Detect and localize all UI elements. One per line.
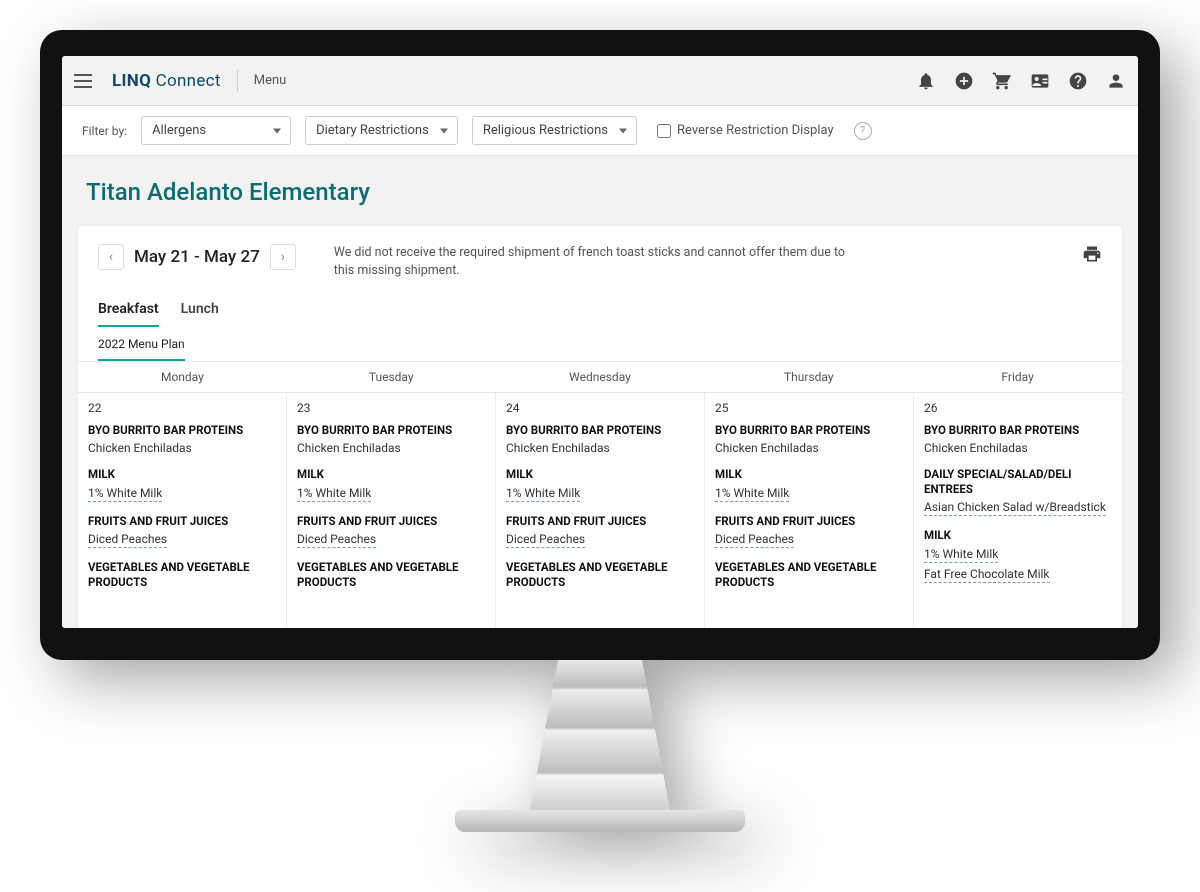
reverse-restriction-checkbox[interactable]: Reverse Restriction Display [657,123,834,138]
notice-text: We did not receive the required shipment… [334,244,854,279]
weekday-header: Thursday [704,362,913,393]
day-column: 23 BYO BURRITO BAR PROTEINS Chicken Enchil… [287,393,496,628]
date-number: 25 [715,401,903,415]
menu-category: BYO BURRITO BAR PROTEINS [715,423,903,437]
bell-icon[interactable] [916,71,936,91]
filter-bar: Filter by: Allergens Dietary Restriction… [62,106,1138,156]
menu-item[interactable]: Diced Peaches [715,532,794,548]
calendar-grid: 22 BYO BURRITO BAR PROTEINS Chicken Enchil… [78,393,1122,628]
meal-tabs: Breakfast Lunch [78,285,1122,327]
logo-primary: LINQ [112,71,151,91]
monitor-stand [485,660,715,832]
topbar: LINQ Connect Menu [62,56,1138,106]
menu-category: BYO BURRITO BAR PROTEINS [88,423,276,437]
date-number: 26 [924,401,1112,415]
day-column: 25 BYO BURRITO BAR PROTEINS Chicken Enchil… [705,393,914,628]
allergens-dropdown[interactable]: Allergens [141,116,291,145]
card-header: ‹ May 21 - May 27 › We did not receive t… [78,226,1122,285]
contact-card-icon[interactable] [1030,71,1050,91]
content-area: Titan Adelanto Elementary ‹ May 21 - May… [62,156,1138,628]
topbar-actions [916,71,1126,91]
menu-category: BYO BURRITO BAR PROTEINS [924,423,1112,437]
monitor-bezel: LINQ Connect Menu Filter by: Allergens [40,30,1160,660]
menu-item: Chicken Enchiladas [297,441,401,455]
menu-card: ‹ May 21 - May 27 › We did not receive t… [78,226,1122,628]
menu-item[interactable]: 1% White Milk [924,547,998,563]
day-column: 22 BYO BURRITO BAR PROTEINS Chicken Enchil… [78,393,287,628]
menu-category: FRUITS AND FRUIT JUICES [715,514,903,528]
tab-lunch[interactable]: Lunch [181,301,219,327]
menu-item[interactable]: 1% White Milk [715,486,789,502]
menu-category: VEGETABLES AND VEGETABLE PRODUCTS [715,560,903,589]
menu-category: MILK [715,467,903,481]
menu-item[interactable]: Diced Peaches [297,532,376,548]
monitor-frame: LINQ Connect Menu Filter by: Allergens [40,30,1160,832]
date-number: 24 [506,401,694,415]
hamburger-icon[interactable] [74,69,98,93]
menu-item: Chicken Enchiladas [88,441,192,455]
menu-category: VEGETABLES AND VEGETABLE PRODUCTS [506,560,694,589]
menu-category: FRUITS AND FRUIT JUICES [88,514,276,528]
menu-item: Chicken Enchiladas [924,441,1028,455]
weekday-header: Tuesday [287,362,496,393]
menu-item[interactable]: 1% White Milk [506,486,580,502]
next-week-button[interactable]: › [270,244,296,270]
print-button[interactable] [1082,244,1102,268]
filter-label: Filter by: [82,124,127,138]
reverse-checkbox-input[interactable] [657,124,671,138]
menu-category: BYO BURRITO BAR PROTEINS [297,423,485,437]
menu-category: MILK [88,467,276,481]
menu-category: VEGETABLES AND VEGETABLE PRODUCTS [297,560,485,589]
reverse-checkbox-label: Reverse Restriction Display [677,123,834,138]
menu-category: BYO BURRITO BAR PROTEINS [506,423,694,437]
menu-category: FRUITS AND FRUIT JUICES [297,514,485,528]
menu-item[interactable]: 1% White Milk [297,486,371,502]
day-column: 26 BYO BURRITO BAR PROTEINS Chicken Enchil… [914,393,1122,628]
day-column: 24 BYO BURRITO BAR PROTEINS Chicken Enchil… [496,393,705,628]
date-number: 22 [88,401,276,415]
logo-secondary: Connect [156,71,221,91]
weekday-header: Wednesday [496,362,705,393]
menu-item[interactable]: 1% White Milk [88,486,162,502]
menu-category: VEGETABLES AND VEGETABLE PRODUCTS [88,560,276,589]
filter-help-icon[interactable]: ? [854,122,872,140]
menu-item: Chicken Enchiladas [715,441,819,455]
divider [237,70,238,92]
date-number: 23 [297,401,485,415]
app-screen: LINQ Connect Menu Filter by: Allergens [62,56,1138,628]
menu-item[interactable]: Diced Peaches [88,532,167,548]
help-icon[interactable] [1068,71,1088,91]
date-range: May 21 - May 27 [134,247,260,267]
weekday-header: Monday [78,362,287,393]
dietary-dropdown[interactable]: Dietary Restrictions [305,116,458,145]
menu-item[interactable]: Fat Free Chocolate Milk [924,567,1050,583]
religious-dropdown[interactable]: Religious Restrictions [472,116,637,145]
weekday-header: Friday [913,362,1122,393]
menu-category: FRUITS AND FRUIT JUICES [506,514,694,528]
add-icon[interactable] [954,71,974,91]
prev-week-button[interactable]: ‹ [98,244,124,270]
app-logo[interactable]: LINQ Connect [112,71,221,91]
menu-category: MILK [924,528,1112,542]
calendar-header: MondayTuesdayWednesdayThursdayFriday [78,362,1122,393]
menu-item[interactable]: Asian Chicken Salad w/Breadstick [924,500,1106,516]
print-icon [1082,244,1102,264]
cart-icon[interactable] [992,71,1012,91]
tab-breakfast[interactable]: Breakfast [98,301,159,327]
school-title: Titan Adelanto Elementary [62,156,1138,216]
user-icon[interactable] [1106,71,1126,91]
menu-category: MILK [506,467,694,481]
plan-tabs: 2022 Menu Plan [78,327,1122,362]
plan-tab[interactable]: 2022 Menu Plan [98,327,185,361]
week-nav: ‹ May 21 - May 27 › [98,244,296,270]
menu-category: DAILY SPECIAL/SALAD/DELI ENTREES [924,467,1112,496]
menu-item[interactable]: Diced Peaches [506,532,585,548]
menu-category: MILK [297,467,485,481]
page-label: Menu [254,73,287,88]
menu-item: Chicken Enchiladas [506,441,610,455]
